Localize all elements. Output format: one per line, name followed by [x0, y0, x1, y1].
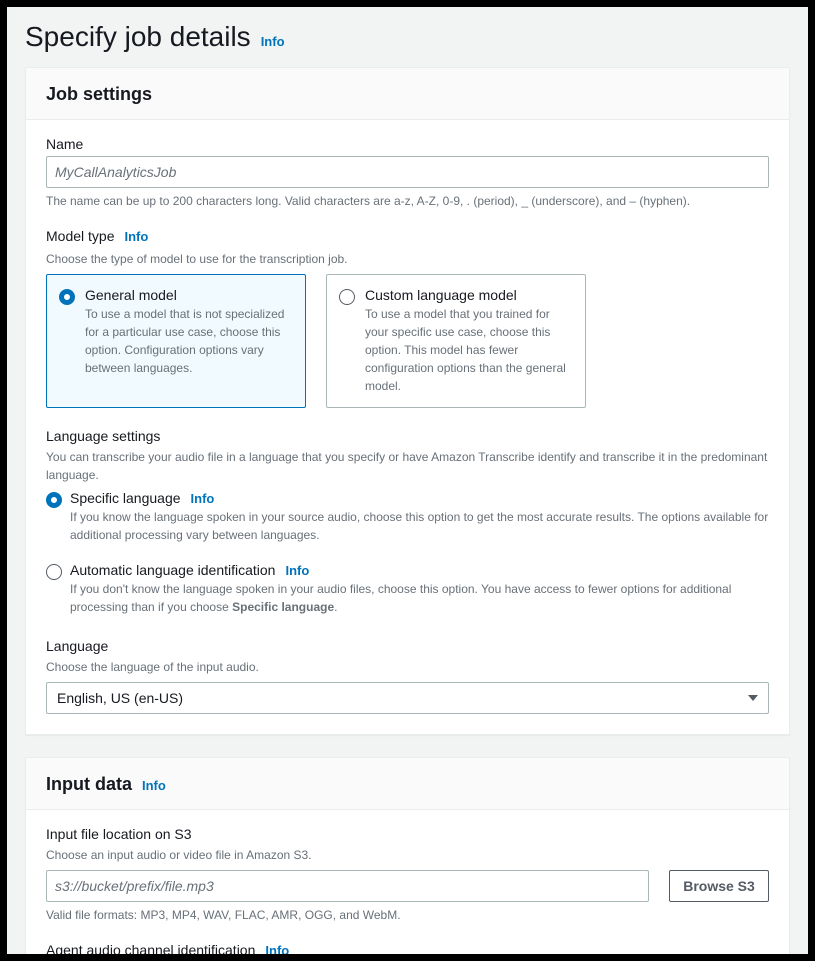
specific-language-label: Specific language	[70, 490, 181, 506]
input-data-heading: Input data	[46, 774, 132, 795]
specific-language-desc: If you know the language spoken in your …	[70, 508, 769, 544]
input-data-info-link[interactable]: Info	[142, 778, 166, 793]
radio-icon	[59, 289, 75, 305]
model-type-info-link[interactable]: Info	[124, 229, 148, 244]
language-select-value: English, US (en-US)	[57, 690, 183, 706]
auto-language-desc: If you don't know the language spoken in…	[70, 580, 769, 616]
input-location-formats: Valid file formats: MP3, MP4, WAV, FLAC,…	[46, 908, 769, 922]
job-settings-heading: Job settings	[46, 84, 152, 105]
language-select[interactable]: English, US (en-US)	[46, 682, 769, 714]
agent-channel-info-link[interactable]: Info	[265, 943, 289, 954]
model-type-custom-desc: To use a model that you trained for your…	[365, 305, 573, 395]
model-type-general-desc: To use a model that is not specialized f…	[85, 305, 293, 377]
model-type-custom-title: Custom language model	[365, 287, 573, 303]
chevron-down-icon	[748, 695, 758, 701]
model-type-custom-tile[interactable]: Custom language model To use a model tha…	[326, 274, 586, 408]
agent-channel-label: Agent audio channel identification	[46, 942, 255, 954]
browse-s3-button[interactable]: Browse S3	[669, 870, 769, 902]
model-type-label: Model type	[46, 228, 114, 244]
page-info-link[interactable]: Info	[261, 34, 285, 49]
language-label: Language	[46, 638, 769, 654]
radio-icon	[339, 289, 355, 305]
model-type-help: Choose the type of model to use for the …	[46, 250, 769, 268]
page-title: Specify job details	[25, 21, 251, 53]
input-location-input[interactable]	[46, 870, 649, 902]
auto-language-info-link[interactable]: Info	[285, 563, 309, 578]
model-type-general-tile[interactable]: General model To use a model that is not…	[46, 274, 306, 408]
model-type-general-title: General model	[85, 287, 293, 303]
auto-language-radio[interactable]	[46, 564, 62, 580]
language-settings-help: You can transcribe your audio file in a …	[46, 448, 769, 484]
input-data-panel: Input data Info Input file location on S…	[25, 757, 790, 954]
language-help: Choose the language of the input audio.	[46, 658, 769, 676]
name-label: Name	[46, 136, 769, 152]
job-settings-panel: Job settings Name The name can be up to …	[25, 67, 790, 735]
name-help: The name can be up to 200 characters lon…	[46, 194, 769, 208]
auto-language-label: Automatic language identification	[70, 562, 275, 578]
specific-language-radio[interactable]	[46, 492, 62, 508]
language-settings-label: Language settings	[46, 428, 769, 444]
specific-language-info-link[interactable]: Info	[191, 491, 215, 506]
input-location-help: Choose an input audio or video file in A…	[46, 846, 769, 864]
input-location-label: Input file location on S3	[46, 826, 769, 842]
name-input[interactable]	[46, 156, 769, 188]
